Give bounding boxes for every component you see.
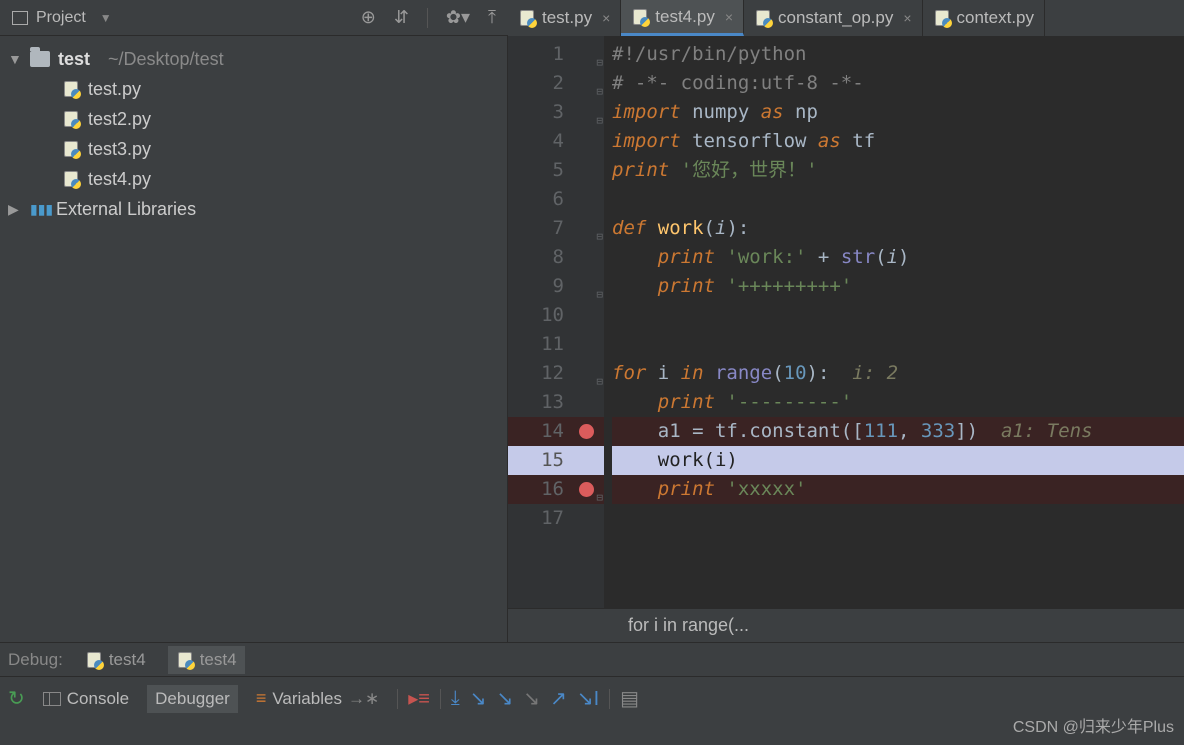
- force-step-into-icon[interactable]: ↘: [523, 686, 540, 711]
- gear-icon[interactable]: ✿▾: [446, 7, 470, 28]
- code-content[interactable]: #!/usr/bin/python # -*- coding:utf-8 -*-…: [604, 36, 1184, 608]
- tree-file[interactable]: test.py: [0, 74, 507, 104]
- python-file-icon: [518, 9, 536, 27]
- python-file-icon: [85, 651, 103, 669]
- step-out-icon[interactable]: ↗: [550, 686, 567, 711]
- chevron-down-icon[interactable]: ▼: [100, 11, 112, 25]
- gutter[interactable]: 1⊟ 2⊟ 3⊟ 4 5 6 7⊟ 8 9⊟ 10 11 12⊟ 13 14 1…: [508, 36, 604, 608]
- tree-file[interactable]: test4.py: [0, 164, 507, 194]
- python-file-icon: [62, 80, 80, 98]
- breakpoint-icon[interactable]: [579, 482, 594, 497]
- show-exec-point-icon[interactable]: ▸≡: [408, 686, 430, 711]
- tab-constant-op-py[interactable]: constant_op.py ×: [744, 0, 923, 36]
- tab-test4-py[interactable]: test4.py ×: [621, 0, 744, 36]
- tab-context-py[interactable]: context.py: [923, 0, 1046, 36]
- python-file-icon: [62, 170, 80, 188]
- project-header[interactable]: Project ▼ ⊕ ⇵ ✿▾ ⤒: [0, 0, 508, 35]
- chevron-down-icon[interactable]: ▼: [8, 51, 22, 67]
- tab-label: context.py: [957, 8, 1035, 28]
- root-name: test: [58, 49, 90, 70]
- variables-tab[interactable]: ≡ Variables →∗: [248, 684, 387, 713]
- separator: [609, 689, 610, 709]
- separator: [440, 689, 441, 709]
- target-icon[interactable]: ⊕: [361, 7, 376, 28]
- close-icon[interactable]: ×: [725, 9, 733, 25]
- separator: [427, 8, 428, 28]
- tree-file[interactable]: test3.py: [0, 134, 507, 164]
- project-icon: [12, 11, 28, 25]
- debug-bar: Debug: test4 test4: [0, 642, 1184, 676]
- debug-label: Debug:: [8, 650, 63, 670]
- separator: [397, 689, 398, 709]
- debugger-tab[interactable]: Debugger: [147, 685, 238, 713]
- python-file-icon: [176, 651, 194, 669]
- watermark: CSDN @归来少年Plus: [1013, 713, 1174, 737]
- step-into-icon[interactable]: ↘: [470, 686, 487, 711]
- bottom-toolbar: ↻ Console Debugger ≡ Variables →∗ ▸≡ ⤓ ↘…: [0, 676, 1184, 720]
- debug-session-tab[interactable]: test4: [168, 646, 245, 674]
- rerun-icon[interactable]: ↻: [8, 686, 25, 711]
- project-label: Project: [36, 9, 86, 27]
- python-file-icon: [933, 9, 951, 27]
- python-file-icon: [754, 9, 772, 27]
- breadcrumb[interactable]: for i in range(...: [508, 608, 1184, 642]
- tab-label: test.py: [542, 8, 592, 28]
- tab-test-py[interactable]: test.py ×: [508, 0, 621, 36]
- tab-label: constant_op.py: [778, 8, 893, 28]
- debug-session-tab[interactable]: test4: [77, 646, 154, 674]
- step-into-my-code-icon[interactable]: ↘: [497, 686, 514, 711]
- evaluate-expression-icon[interactable]: ▤: [620, 686, 639, 711]
- console-tab[interactable]: Console: [35, 685, 137, 713]
- python-file-icon: [62, 140, 80, 158]
- close-icon[interactable]: ×: [602, 10, 610, 26]
- run-to-cursor-icon[interactable]: ↘I: [577, 686, 599, 711]
- tree-root[interactable]: ▼ test ~/Desktop/test: [0, 44, 507, 74]
- variables-icon: ≡: [256, 688, 267, 709]
- tree-external-libraries[interactable]: ▶ ▮▮▮ External Libraries: [0, 194, 507, 224]
- project-tree[interactable]: ▼ test ~/Desktop/test test.py test2.py t…: [0, 36, 508, 642]
- python-file-icon: [631, 8, 649, 26]
- code-editor[interactable]: 1⊟ 2⊟ 3⊟ 4 5 6 7⊟ 8 9⊟ 10 11 12⊟ 13 14 1…: [508, 36, 1184, 642]
- collapse-icon[interactable]: ⇵: [394, 7, 409, 28]
- root-path: ~/Desktop/test: [108, 49, 224, 70]
- chevron-right-icon[interactable]: ▶: [8, 201, 22, 218]
- tree-file[interactable]: test2.py: [0, 104, 507, 134]
- tab-label: test4.py: [655, 7, 715, 27]
- breakpoint-icon[interactable]: [579, 424, 594, 439]
- close-icon[interactable]: ×: [903, 10, 911, 26]
- editor-tabs: test.py × test4.py × constant_op.py × co…: [508, 0, 1184, 36]
- step-over-icon[interactable]: ⤓: [451, 687, 460, 710]
- hide-icon[interactable]: ⤒: [488, 7, 496, 28]
- layout-icon: [43, 692, 61, 706]
- python-file-icon: [62, 110, 80, 128]
- folder-icon: [30, 51, 50, 67]
- pin-icon[interactable]: →∗: [348, 689, 379, 709]
- libraries-icon: ▮▮▮: [30, 201, 48, 218]
